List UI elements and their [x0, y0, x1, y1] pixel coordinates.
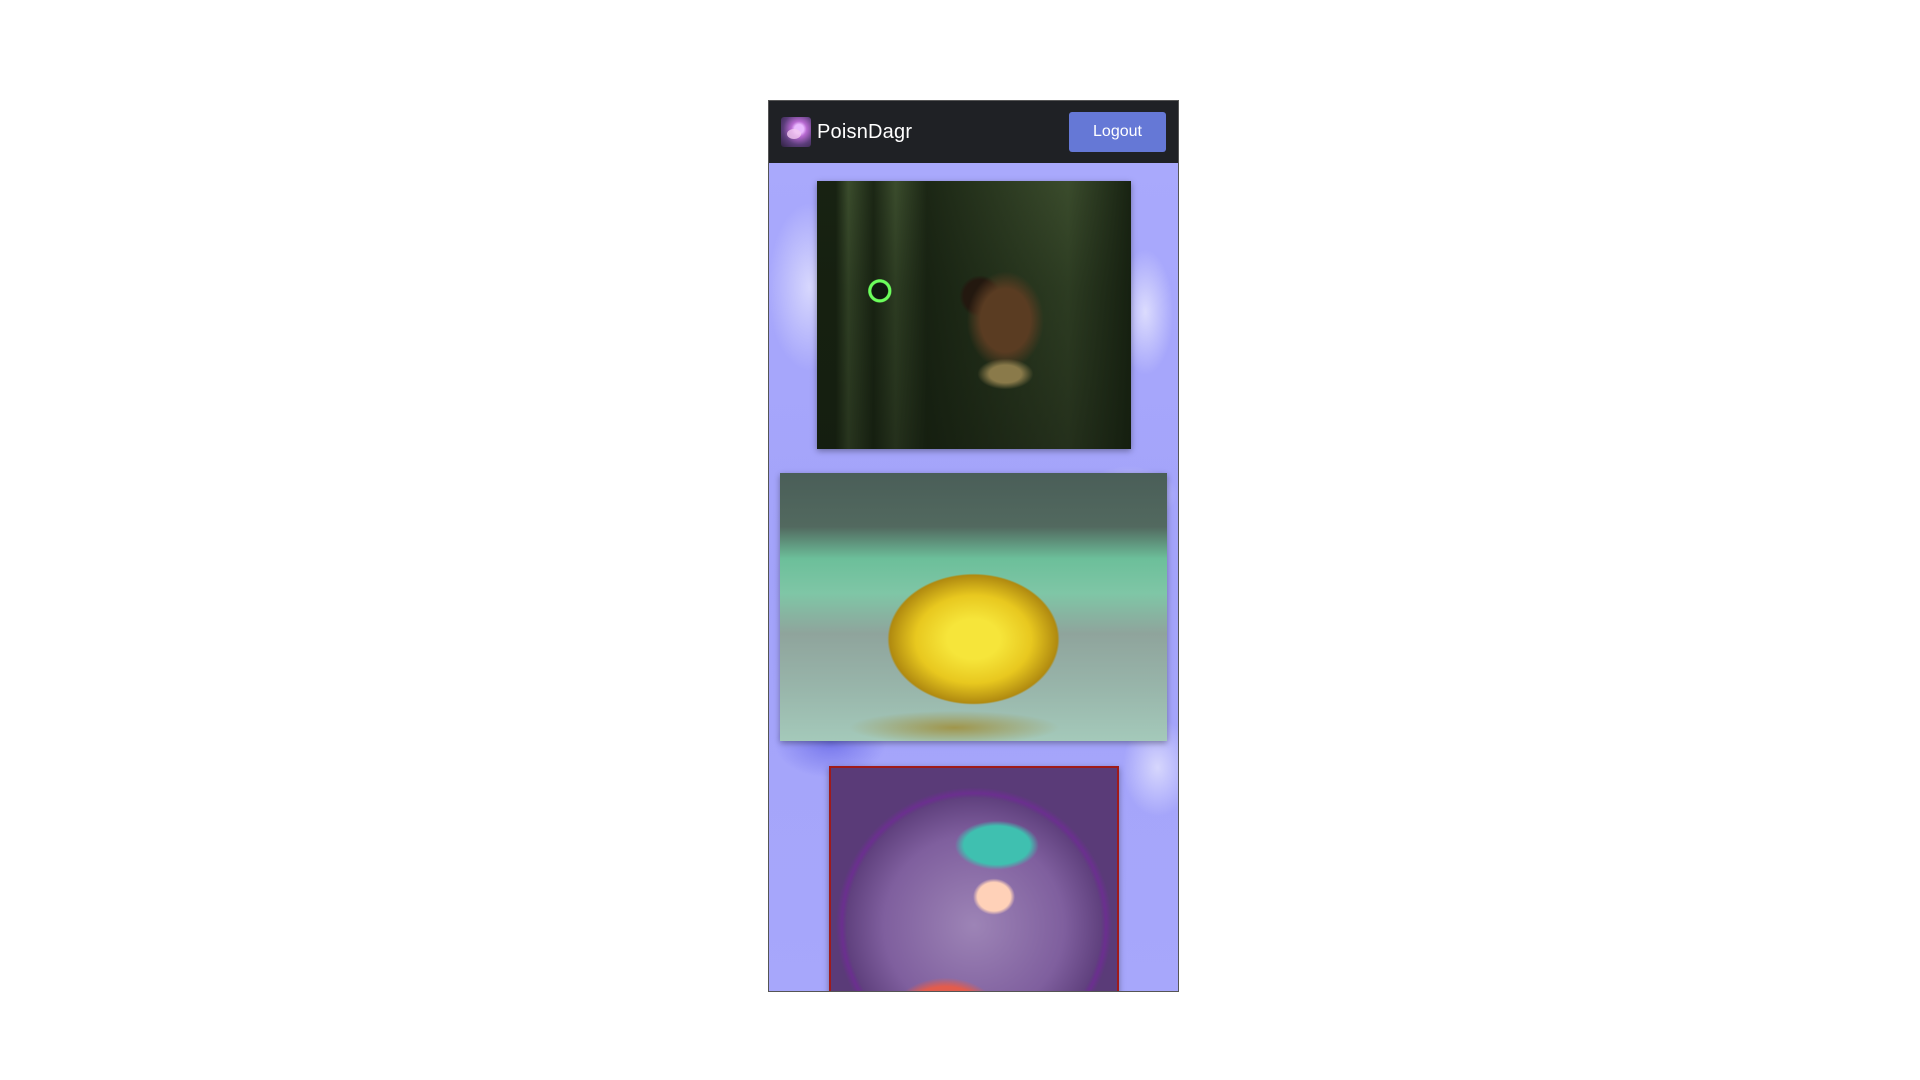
brand-name: PoisnDagr — [817, 120, 913, 143]
app-viewport: PoisnDagr Logout — [768, 100, 1179, 992]
navbar: PoisnDagr Logout — [769, 101, 1178, 163]
gallery-image-hooded-mage[interactable] — [817, 181, 1131, 449]
gallery-image-yellow-blob[interactable] — [780, 473, 1167, 741]
gallery-image-teal-haired-character[interactable] — [829, 766, 1119, 991]
brand-logo-icon — [781, 117, 811, 147]
brand[interactable]: PoisnDagr — [781, 117, 912, 147]
logout-button[interactable]: Logout — [1069, 112, 1166, 152]
